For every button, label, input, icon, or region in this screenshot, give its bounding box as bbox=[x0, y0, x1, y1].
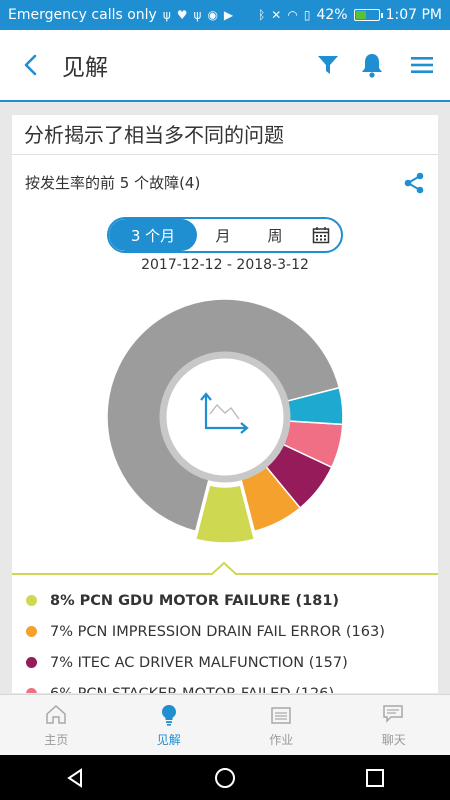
card-title: 分析揭示了相当多不同的问题 bbox=[12, 115, 438, 155]
segment-week[interactable]: 周 bbox=[249, 219, 301, 251]
chat-icon bbox=[383, 704, 403, 723]
hamburger-icon bbox=[411, 57, 433, 73]
legend-item[interactable]: 7% PCN IMPRESSION DRAIN FAIL ERROR (163) bbox=[12, 616, 438, 647]
insight-card: 分析揭示了相当多不同的问题 按发生率的前 5 个故障(4) 3 个月 月 周 2… bbox=[12, 115, 438, 693]
bottom-tab-bar: 主页 见解 作业 聊天 bbox=[0, 694, 450, 755]
triangle-back-icon bbox=[67, 767, 82, 788]
legend-dot bbox=[26, 688, 37, 693]
card-subheader: 按发生率的前 5 个故障(4) bbox=[12, 155, 438, 210]
carrier-text: Emergency calls only bbox=[8, 7, 157, 23]
usb-icon: ψ bbox=[193, 8, 202, 22]
app-icon: ◉ bbox=[207, 8, 218, 22]
back-button[interactable] bbox=[0, 29, 60, 101]
square-recents-icon bbox=[366, 768, 384, 787]
legend-label: 7% PCN IMPRESSION DRAIN FAIL ERROR (163) bbox=[50, 623, 385, 640]
tab-lightbulb[interactable]: 见解 bbox=[113, 695, 226, 755]
nav-recents-button[interactable] bbox=[345, 755, 405, 800]
filter-icon bbox=[318, 56, 338, 74]
failure-donut-chart[interactable] bbox=[12, 283, 438, 573]
date-range: 2017-12-12 - 2018-3-12 bbox=[141, 257, 309, 273]
nav-back-button[interactable] bbox=[45, 755, 105, 800]
tab-label: 主页 bbox=[44, 732, 69, 747]
app-bar: 见解 bbox=[0, 30, 450, 102]
menu-button[interactable] bbox=[394, 29, 450, 101]
legend-label: 6% PCN STACKER MOTOR FAILED (126) bbox=[50, 686, 334, 694]
jobs-icon bbox=[271, 706, 291, 724]
circle-home-icon bbox=[215, 767, 235, 788]
mute-icon: ✕ bbox=[271, 8, 282, 22]
legend-dot bbox=[26, 595, 37, 606]
legend-item[interactable]: 7% ITEC AC DRIVER MALFUNCTION (157) bbox=[12, 647, 438, 678]
sim-icon: ▯ bbox=[303, 8, 311, 22]
usb-icon: ψ bbox=[162, 8, 171, 22]
filter-button[interactable] bbox=[306, 29, 350, 101]
bell-icon bbox=[362, 54, 382, 78]
wifi-icon: ◠ bbox=[287, 8, 298, 22]
card-subtitle: 按发生率的前 5 个故障(4) bbox=[25, 174, 201, 192]
legend-dot bbox=[26, 657, 37, 668]
page-title: 见解 bbox=[62, 55, 108, 81]
legend-label: 8% PCN GDU MOTOR FAILURE (181) bbox=[50, 592, 340, 609]
home-icon bbox=[46, 704, 66, 724]
legend-item[interactable]: 6% PCN STACKER MOTOR FAILED (126) bbox=[12, 678, 438, 693]
battery-icon bbox=[353, 9, 383, 21]
chart-legend: 8% PCN GDU MOTOR FAILURE (181) 7% PCN IMP… bbox=[12, 585, 438, 693]
tab-home[interactable]: 主页 bbox=[0, 695, 113, 755]
tab-label: 聊天 bbox=[381, 732, 406, 747]
legend-label: 7% ITEC AC DRIVER MALFUNCTION (157) bbox=[50, 654, 348, 671]
donut-hole bbox=[159, 351, 291, 483]
legend-item[interactable]: 8% PCN GDU MOTOR FAILURE (181) bbox=[12, 585, 438, 616]
battery-text: 42% bbox=[316, 7, 348, 23]
period-selector: 3 个月 月 周 bbox=[107, 217, 343, 253]
tab-label: 作业 bbox=[269, 732, 294, 747]
tab-label: 见解 bbox=[156, 732, 181, 747]
segment-3-months[interactable]: 3 个月 bbox=[109, 219, 197, 251]
legend-dot bbox=[26, 626, 37, 637]
notifications-button[interactable] bbox=[350, 29, 394, 101]
segment-month[interactable]: 月 bbox=[197, 219, 249, 251]
lightbulb-icon bbox=[161, 704, 176, 726]
chevron-left-icon bbox=[24, 54, 37, 76]
segment-calendar[interactable] bbox=[301, 219, 341, 251]
share-icon[interactable] bbox=[404, 172, 424, 194]
health-icon: ♥ bbox=[176, 8, 188, 22]
clock: 1:07 PM bbox=[385, 7, 442, 23]
calendar-icon bbox=[312, 227, 330, 244]
nav-home-button[interactable] bbox=[195, 755, 255, 800]
tab-jobs[interactable]: 作业 bbox=[225, 695, 338, 755]
video-icon: ▶ bbox=[223, 8, 234, 22]
legend-divider bbox=[12, 561, 438, 575]
status-bar: Emergency calls only ψ ♥ ψ ◉ ▶ ᛒ ✕ ◠ ▯ 4… bbox=[0, 0, 450, 30]
tab-chat[interactable]: 聊天 bbox=[338, 695, 450, 755]
bluetooth-icon: ᛒ bbox=[258, 8, 266, 22]
system-nav-bar bbox=[0, 755, 450, 800]
